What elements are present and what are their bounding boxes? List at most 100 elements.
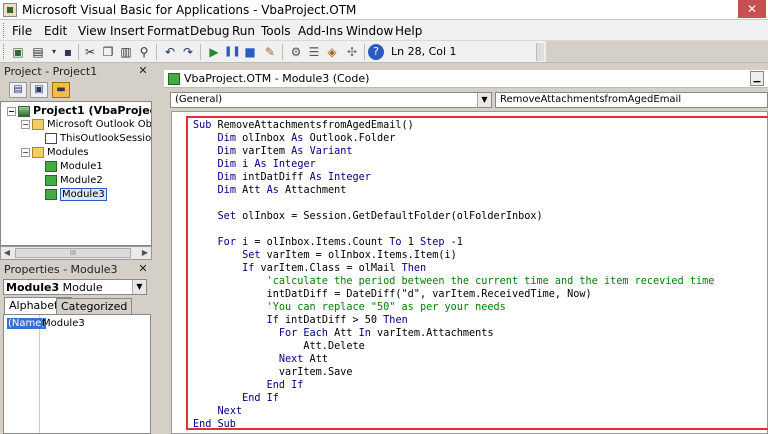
tree-node-module3[interactable]: Module3 (45, 188, 107, 202)
scroll-right-icon[interactable]: ▶ (139, 247, 151, 259)
tree-node-outlook-objects[interactable]: −Microsoft Outlook Object (21, 118, 151, 132)
break-icon[interactable]: ❚❚ (224, 44, 241, 60)
find-icon[interactable]: ⚲ (136, 44, 152, 60)
project-tree: −Project1 (VbaProject.OTM −Microsoft Out… (0, 101, 152, 246)
code-keyword: Next (217, 406, 243, 417)
code-line[interactable]: Att.Delete (193, 340, 364, 353)
design-mode-icon[interactable]: ✎ (262, 44, 278, 60)
code-line[interactable]: For Each Att In varItem.Attachments (193, 327, 494, 340)
paste-icon[interactable]: ▥ (118, 44, 134, 60)
copy-icon[interactable]: ❐ (100, 44, 116, 60)
tree-node-module1[interactable]: Module1 (45, 160, 103, 174)
code-line[interactable]: Dim Att As Attachment (193, 184, 347, 197)
code-text: varItem = olInbox.Items.Item(i) (260, 250, 457, 261)
property-grid: (Name) Module3 (3, 314, 151, 434)
code-line[interactable]: If intDatDiff > 50 Then (193, 314, 408, 327)
tree-node-modules[interactable]: − Modules (21, 146, 89, 160)
code-window-title: VbaProject.OTM - Module3 (Code) (184, 72, 370, 85)
code-line[interactable]: Dim olInbox As Outlook.Folder (193, 132, 396, 145)
menu-help[interactable]: Help (395, 24, 422, 38)
view-object-icon[interactable]: ▣ (30, 82, 48, 98)
code-line[interactable]: Sub RemoveAttachmentsfromAgedEmail() (193, 119, 414, 132)
code-line[interactable]: Dim i As Integer (193, 158, 316, 171)
menu-add-ins[interactable]: Add-Ins (298, 24, 343, 38)
collapse-icon[interactable]: − (7, 106, 16, 116)
save-icon[interactable]: ▪ (60, 44, 76, 60)
chevron-down-icon[interactable]: ▼ (132, 280, 146, 294)
menu-run[interactable]: Run (232, 24, 255, 38)
code-line[interactable]: Next (193, 405, 243, 418)
toolbar-separator (156, 44, 157, 60)
code-line[interactable]: Set olInbox = Session.GetDefaultFolder(o… (193, 210, 543, 223)
redo-icon[interactable]: ↷ (180, 44, 196, 60)
menu-view[interactable]: View (78, 24, 106, 38)
procedure-combo[interactable]: RemoveAttachmentsfromAgedEmail (495, 92, 768, 108)
module-icon (45, 188, 57, 200)
module-icon (168, 73, 180, 85)
chevron-down-icon[interactable]: ▼ (477, 93, 491, 107)
close-icon[interactable]: ✕ (137, 262, 149, 276)
menu-file[interactable]: File (12, 24, 32, 38)
reset-icon[interactable]: ■ (242, 44, 258, 60)
minimize-button[interactable]: ▁ (750, 71, 764, 86)
collapse-icon[interactable]: − (21, 119, 30, 129)
run-icon[interactable]: ▶ (206, 44, 222, 60)
close-icon[interactable]: ✕ (137, 64, 149, 78)
property-name[interactable]: (Name) (7, 318, 47, 329)
code-line[interactable]: For i = olInbox.Items.Count To 1 Step -1 (193, 236, 463, 249)
code-editor[interactable]: Sub RemoveAttachmentsfromAgedEmail() Dim… (171, 111, 768, 434)
module-icon (45, 174, 57, 186)
toggle-folders-icon[interactable]: ▬ (52, 82, 70, 98)
code-window: VbaProject.OTM - Module3 (Code) ▁ (Gener… (164, 70, 768, 434)
code-line[interactable]: Dim varItem As Variant (193, 145, 353, 158)
tree-node-thisoutlooksession[interactable]: ThisOutlookSession (45, 132, 151, 146)
code-text: Outlook.Folder (303, 133, 396, 144)
menu-insert[interactable]: Insert (110, 24, 144, 38)
code-line[interactable]: Dim intDatDiff As Integer (193, 171, 371, 184)
insert-module-icon[interactable]: ▤ (30, 44, 46, 60)
properties-window-icon[interactable]: ☰ (306, 44, 322, 60)
undo-icon[interactable]: ↶ (162, 44, 178, 60)
menu-grip[interactable] (3, 23, 6, 38)
toolbox-icon[interactable]: ✣ (344, 44, 360, 60)
code-line[interactable]: Set varItem = olInbox.Items.Item(i) (193, 249, 457, 262)
help-icon[interactable]: ? (368, 44, 384, 60)
tree-node-project1[interactable]: −Project1 (VbaProject.OTM (7, 104, 151, 118)
collapse-icon[interactable]: − (21, 147, 30, 157)
code-line[interactable]: varItem.Save (193, 366, 353, 379)
toolbar-options[interactable] (536, 43, 544, 61)
view-host-app-icon[interactable]: ▣ (10, 44, 26, 60)
project-explorer-icon[interactable]: ⚙ (288, 44, 304, 60)
object-browser-icon[interactable]: ◈ (324, 44, 340, 60)
view-code-icon[interactable]: ▤ (9, 82, 27, 98)
project-tree-scrollbar[interactable]: ◀ III ▶ (0, 246, 152, 260)
folder-icon (32, 118, 44, 130)
code-line[interactable]: If varItem.Class = olMail Then (193, 262, 426, 275)
menu-debug[interactable]: Debug (190, 24, 229, 38)
code-line[interactable]: End If (193, 379, 304, 392)
code-line[interactable]: End If (193, 392, 279, 405)
code-line[interactable]: Next Att (193, 353, 328, 366)
code-keyword: Set (242, 250, 261, 261)
code-line[interactable]: End Sub (193, 418, 236, 428)
code-line[interactable]: 'calculate the period between the curren… (193, 275, 715, 288)
code-line[interactable]: intDatDiff = DateDiff("d", varItem.Recei… (193, 288, 592, 301)
menu-tools[interactable]: Tools (261, 24, 291, 38)
scroll-left-icon[interactable]: ◀ (1, 247, 13, 259)
toolbar-grip[interactable] (3, 44, 6, 59)
scroll-thumb[interactable]: III (15, 248, 131, 258)
tree-node-module2[interactable]: Module2 (45, 174, 103, 188)
menu-window[interactable]: Window (346, 24, 393, 38)
object-selector[interactable]: Module3 Module ▼ (3, 279, 147, 295)
tab-categorized[interactable]: Categorized (56, 298, 133, 314)
highlighted-code-block[interactable]: Sub RemoveAttachmentsfromAgedEmail() Dim… (186, 116, 768, 430)
code-keyword: Sub (193, 120, 212, 131)
menu-edit[interactable]: Edit (44, 24, 67, 38)
code-keyword: End If (242, 393, 279, 404)
cut-icon[interactable]: ✂ (82, 44, 98, 60)
window-close-button[interactable]: ✕ (738, 0, 766, 18)
property-value[interactable]: Module3 (42, 318, 85, 329)
menu-format[interactable]: Format (147, 24, 189, 38)
object-combo[interactable]: (General) ▼ (170, 92, 492, 108)
code-line[interactable]: 'You can replace "50" as per your needs (193, 301, 506, 314)
